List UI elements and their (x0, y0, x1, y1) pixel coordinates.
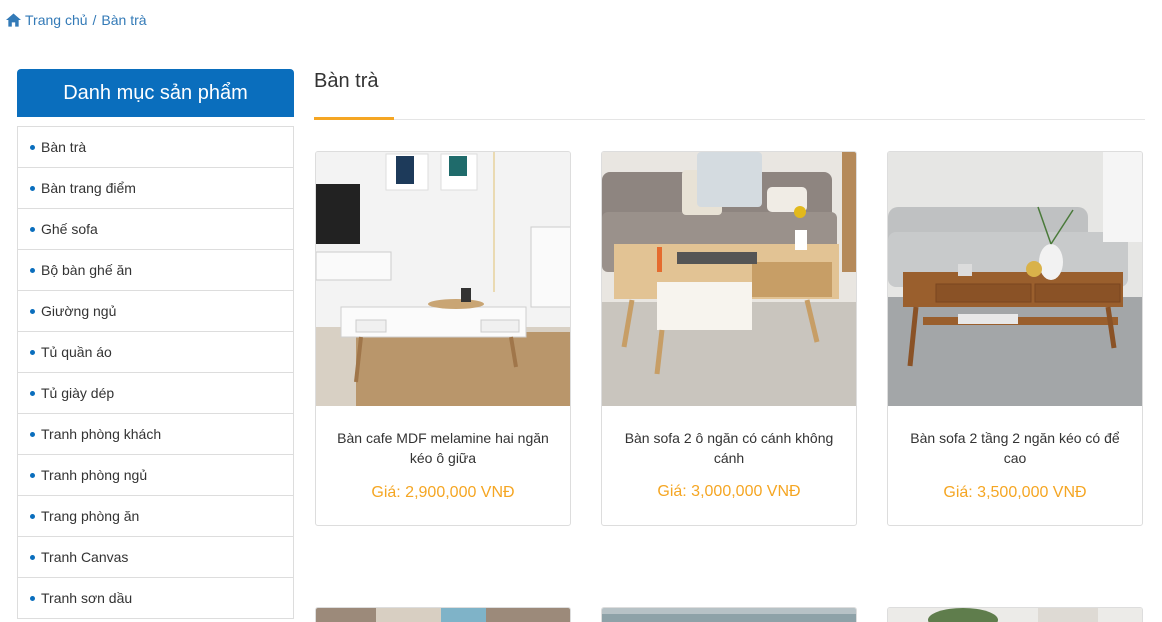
sidebar-item-label: Tranh phòng ngủ (41, 467, 148, 483)
sidebar-item-label: Tủ giày dép (41, 385, 115, 401)
product-section: Bàn trà (314, 69, 1145, 120)
product-image[interactable] (888, 608, 1143, 622)
sidebar-item-tu-giay-dep[interactable]: Tủ giày dép (18, 373, 293, 414)
sidebar-item-ghe-sofa[interactable]: Ghế sofa (18, 209, 293, 250)
product-image[interactable] (316, 152, 570, 406)
product-price: Giá: 3,500,000 VNĐ (943, 484, 1087, 501)
bullet-icon (30, 185, 35, 191)
product-card[interactable]: Bàn sofa 2 tầng 2 ngăn kéo có để cao Giá… (887, 151, 1143, 526)
bullet-icon (30, 472, 35, 478)
product-price: Giá: 2,900,000 VNĐ (371, 484, 515, 501)
breadcrumb-separator: / (92, 12, 97, 28)
sidebar-item-tranh-canvas[interactable]: Tranh Canvas (18, 537, 293, 578)
product-image[interactable] (602, 152, 856, 406)
product-image[interactable] (888, 152, 1142, 406)
bullet-icon (30, 144, 35, 150)
sidebar-item-label: Trang phòng ăn (41, 508, 140, 524)
product-card[interactable] (887, 607, 1143, 622)
product-card[interactable]: Bàn cafe MDF melamine hai ngăn kéo ô giữ… (315, 151, 571, 526)
sidebar-item-tranh-phong-khach[interactable]: Tranh phòng khách (18, 414, 293, 455)
sidebar-item-label: Bàn trang điểm (41, 180, 136, 196)
sidebar-item-giuong-ngu[interactable]: Giường ngủ (18, 291, 293, 332)
sidebar-item-tranh-son-dau[interactable]: Tranh sơn dầu (18, 578, 293, 619)
product-card[interactable]: Bàn sofa 2 ô ngăn có cánh không cánh Giá… (601, 151, 857, 526)
bullet-icon (30, 513, 35, 519)
product-name[interactable]: Bàn cafe MDF melamine hai ngăn kéo ô giữ… (328, 428, 558, 468)
bullet-icon (30, 308, 35, 314)
sidebar-item-label: Giường ngủ (41, 303, 117, 319)
product-card[interactable] (601, 607, 857, 622)
bullet-icon (30, 226, 35, 232)
home-icon[interactable] (6, 13, 21, 27)
sidebar-item-label: Tranh sơn dầu (41, 590, 133, 606)
title-divider (314, 117, 1145, 120)
product-image[interactable] (316, 608, 571, 622)
sidebar-item-label: Ghế sofa (41, 221, 98, 237)
category-list: Bàn trà Bàn trang điểm Ghế sofa Bộ bàn g… (17, 126, 294, 619)
sidebar-title: Danh mục sản phẩm (17, 69, 294, 117)
product-image[interactable] (602, 608, 857, 622)
product-card[interactable] (315, 607, 571, 622)
sidebar-item-label: Bàn trà (41, 139, 87, 155)
bullet-icon (30, 431, 35, 437)
product-name[interactable]: Bàn sofa 2 tầng 2 ngăn kéo có để cao (900, 428, 1130, 468)
sidebar-item-label: Tranh Canvas (41, 549, 129, 565)
product-name[interactable]: Bàn sofa 2 ô ngăn có cánh không cánh (614, 428, 844, 468)
breadcrumb: Trang chủ / Bàn trà (6, 12, 147, 28)
bullet-icon (30, 554, 35, 560)
sidebar-item-tu-quan-ao[interactable]: Tủ quần áo (18, 332, 293, 373)
bullet-icon (30, 390, 35, 396)
sidebar-item-ban-trang-diem[interactable]: Bàn trang điểm (18, 168, 293, 209)
sidebar-item-label: Tủ quần áo (41, 344, 112, 360)
bullet-icon (30, 595, 35, 601)
title-accent-bar (314, 117, 394, 120)
sidebar-item-label: Tranh phòng khách (41, 426, 162, 442)
bullet-icon (30, 267, 35, 273)
breadcrumb-current-link[interactable]: Bàn trà (101, 12, 146, 28)
sidebar-item-trang-phong-an[interactable]: Trang phòng ăn (18, 496, 293, 537)
category-sidebar: Danh mục sản phẩm Bàn trà Bàn trang điểm… (17, 69, 294, 619)
bullet-icon (30, 349, 35, 355)
sidebar-item-bo-ban-ghe-an[interactable]: Bộ bàn ghế ăn (18, 250, 293, 291)
sidebar-item-ban-tra[interactable]: Bàn trà (18, 126, 293, 168)
product-price: Giá: 3,000,000 VNĐ (657, 483, 801, 500)
sidebar-item-tranh-phong-ngu[interactable]: Tranh phòng ngủ (18, 455, 293, 496)
page-title: Bàn trà (314, 70, 379, 92)
breadcrumb-home-link[interactable]: Trang chủ (25, 12, 88, 28)
sidebar-item-label: Bộ bàn ghế ăn (41, 262, 133, 278)
